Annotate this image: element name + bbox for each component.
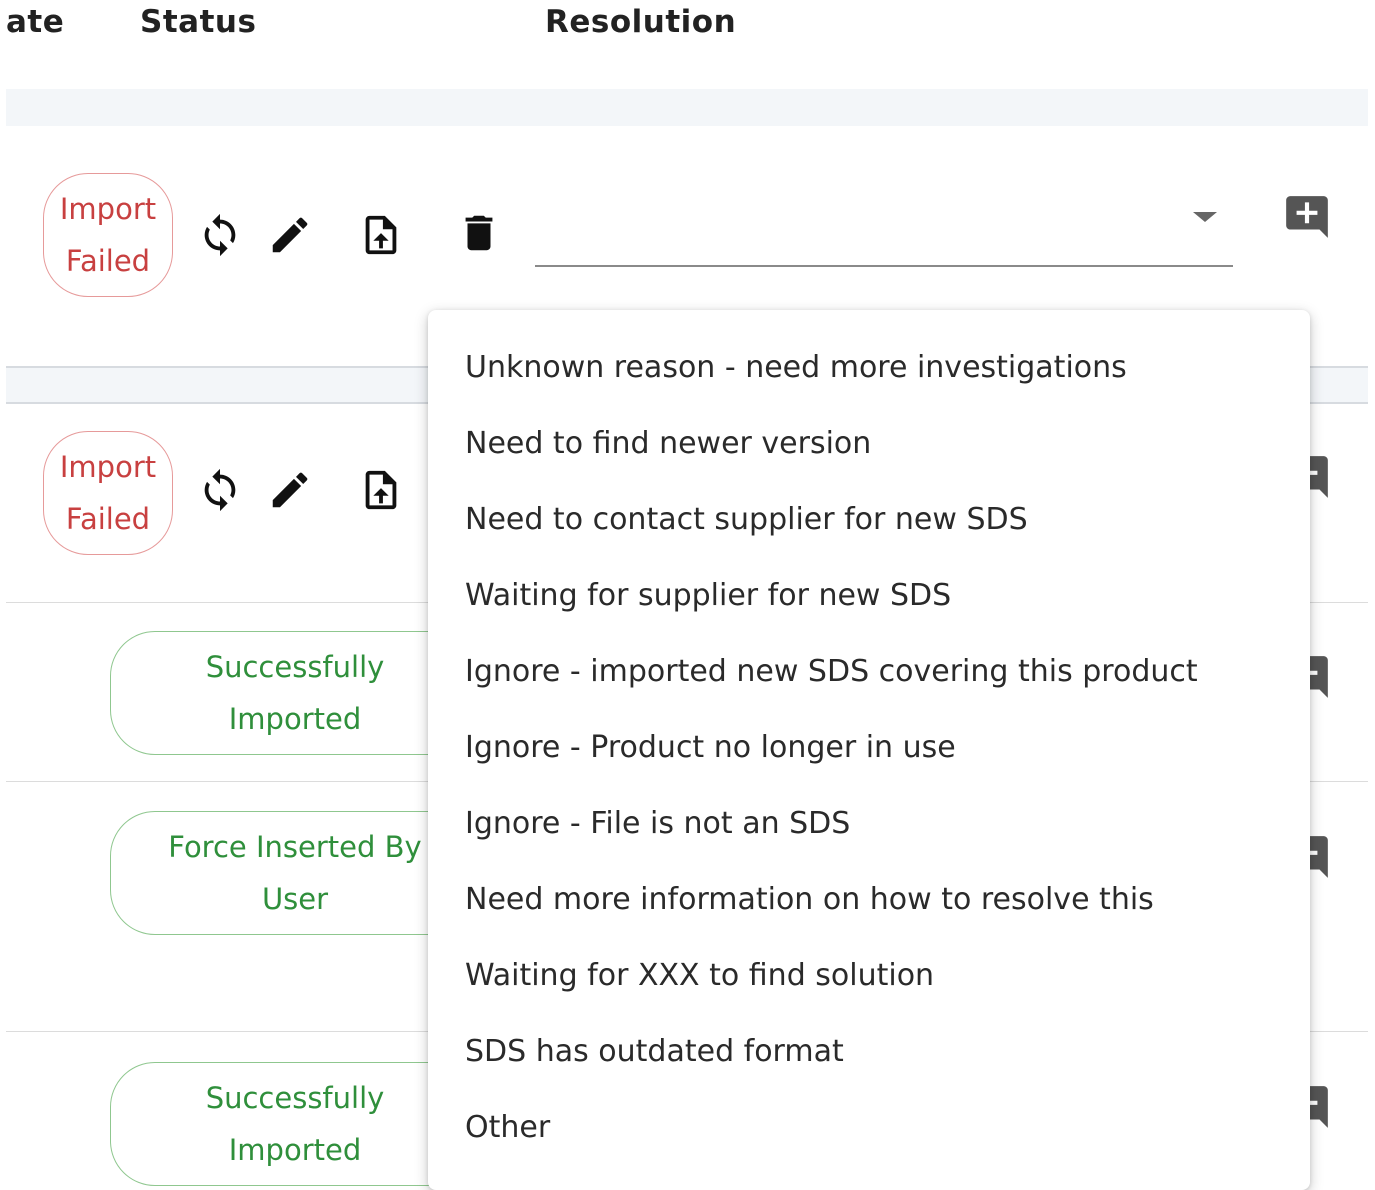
trash-icon[interactable] xyxy=(456,210,502,256)
status-badge-line1: Successfully xyxy=(205,650,385,684)
status-badge: Force Inserted By User xyxy=(110,811,480,935)
menu-item-contact-supplier[interactable]: Need to contact supplier for new SDS xyxy=(428,482,1310,558)
menu-item-other[interactable]: Other xyxy=(428,1090,1310,1166)
status-badge-line2: Failed xyxy=(65,502,151,536)
status-badge: Successfully Imported xyxy=(110,631,480,755)
status-badge-line1: Import xyxy=(59,192,157,226)
status-badge-line2: Imported xyxy=(228,1133,362,1167)
file-upload-icon[interactable] xyxy=(358,212,404,258)
menu-item-outdated-format[interactable]: SDS has outdated format xyxy=(428,1014,1310,1090)
status-badge: Successfully Imported xyxy=(110,1062,480,1186)
menu-item-ignore-no-longer-in-use[interactable]: Ignore - Product no longer in use xyxy=(428,710,1310,786)
column-header-resolution[interactable]: Resolution xyxy=(545,0,736,44)
status-badge-line1: Import xyxy=(59,450,157,484)
menu-item-find-newer-version[interactable]: Need to find newer version xyxy=(428,406,1310,482)
status-badge-line1: Successfully xyxy=(205,1081,385,1115)
menu-item-waiting-supplier[interactable]: Waiting for supplier for new SDS xyxy=(428,558,1310,634)
menu-item-unknown-reason[interactable]: Unknown reason - need more investigation… xyxy=(428,330,1310,406)
add-comment-icon[interactable] xyxy=(1282,192,1332,242)
pencil-icon[interactable] xyxy=(267,212,313,258)
menu-item-ignore-new-sds[interactable]: Ignore - imported new SDS covering this … xyxy=(428,634,1310,710)
file-upload-icon[interactable] xyxy=(358,467,404,513)
resolution-select[interactable] xyxy=(535,190,1233,267)
sync-icon[interactable] xyxy=(197,212,243,258)
resolution-dropdown-menu: Unknown reason - need more investigation… xyxy=(428,310,1310,1190)
status-badge-line2: User xyxy=(261,882,329,916)
pencil-icon[interactable] xyxy=(267,467,313,513)
status-badge-line2: Imported xyxy=(228,702,362,736)
caret-down-icon[interactable] xyxy=(1193,212,1217,222)
menu-item-waiting-xxx[interactable]: Waiting for XXX to find solution xyxy=(428,938,1310,1014)
table-header-separator xyxy=(6,89,1368,126)
menu-item-need-more-info[interactable]: Need more information on how to resolve … xyxy=(428,862,1310,938)
sync-icon[interactable] xyxy=(197,467,243,513)
status-badge: Import Failed xyxy=(43,431,173,555)
column-header-date[interactable]: ate xyxy=(6,0,64,44)
status-badge-line1: Force Inserted By xyxy=(168,830,422,864)
menu-item-ignore-not-sds[interactable]: Ignore - File is not an SDS xyxy=(428,786,1310,862)
status-badge: Import Failed xyxy=(43,173,173,297)
status-badge-line2: Failed xyxy=(65,244,151,278)
column-header-status[interactable]: Status xyxy=(140,0,256,44)
